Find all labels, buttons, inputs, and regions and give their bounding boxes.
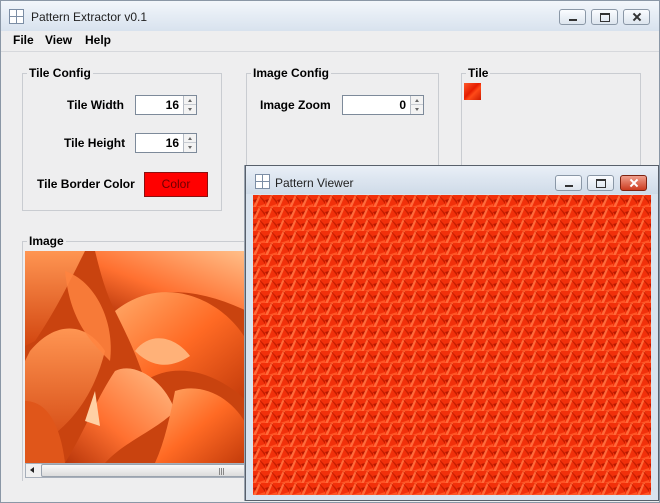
image-zoom-label: Image Zoom — [260, 98, 331, 112]
tile-height-spinner[interactable] — [135, 133, 197, 153]
viewer-title: Pattern Viewer — [275, 176, 354, 190]
minimize-icon — [556, 176, 581, 190]
tile-preview — [464, 83, 481, 100]
menu-bar: File View Help — [1, 31, 659, 52]
maximize-button[interactable] — [591, 9, 618, 25]
close-icon — [621, 176, 646, 190]
maximize-icon — [592, 10, 617, 24]
pattern-canvas[interactable] — [253, 195, 651, 495]
tile-width-spinner[interactable] — [135, 95, 197, 115]
tiled-pattern — [253, 195, 651, 495]
image-preview[interactable] — [25, 251, 247, 463]
viewer-close-button[interactable] — [620, 175, 647, 191]
tile-height-input[interactable] — [136, 134, 182, 152]
pattern-viewer-window: Pattern Viewer — [245, 165, 659, 501]
menu-help[interactable]: Help — [85, 33, 111, 47]
viewer-titlebar[interactable]: Pattern Viewer — [246, 166, 658, 194]
tile-height-label: Tile Height — [64, 136, 126, 150]
minimize-icon — [560, 10, 585, 24]
spin-down-icon[interactable] — [410, 105, 423, 114]
grid-window-icon — [9, 9, 24, 24]
grid-window-icon — [255, 174, 270, 189]
menu-file[interactable]: File — [13, 33, 34, 47]
tile-width-label: Tile Width — [67, 98, 124, 112]
image-config-label: Image Config — [251, 66, 332, 80]
tile-width-input[interactable] — [136, 96, 182, 114]
color-button[interactable]: Color — [144, 172, 208, 197]
tile-config-label: Tile Config — [27, 66, 93, 80]
flower-petals-image — [25, 251, 247, 463]
main-titlebar[interactable]: Pattern Extractor v0.1 — [1, 1, 659, 31]
image-zoom-input[interactable] — [343, 96, 409, 114]
tile-border-color-label: Tile Border Color — [37, 177, 135, 191]
spin-up-icon[interactable] — [410, 96, 423, 105]
image-zoom-spinner[interactable] — [342, 95, 424, 115]
image-config-group: Image Config — [246, 66, 439, 166]
spin-up-icon[interactable] — [183, 134, 196, 143]
window-title: Pattern Extractor v0.1 — [31, 10, 148, 24]
scroll-left-icon[interactable] — [26, 464, 40, 477]
scrollbar-thumb[interactable] — [41, 464, 246, 477]
spin-down-icon[interactable] — [183, 105, 196, 114]
spin-up-icon[interactable] — [183, 96, 196, 105]
grip-icon — [219, 468, 225, 475]
tile-group: Tile — [461, 66, 641, 166]
spin-down-icon[interactable] — [183, 143, 196, 152]
maximize-icon — [588, 176, 613, 190]
close-button[interactable] — [623, 9, 650, 25]
tile-label: Tile — [466, 66, 491, 80]
minimize-button[interactable] — [559, 9, 586, 25]
close-icon — [624, 10, 649, 24]
viewer-minimize-button[interactable] — [555, 175, 582, 191]
image-label: Image — [27, 234, 66, 248]
viewer-maximize-button[interactable] — [587, 175, 614, 191]
image-horizontal-scrollbar[interactable] — [25, 463, 247, 478]
menu-view[interactable]: View — [45, 33, 72, 47]
